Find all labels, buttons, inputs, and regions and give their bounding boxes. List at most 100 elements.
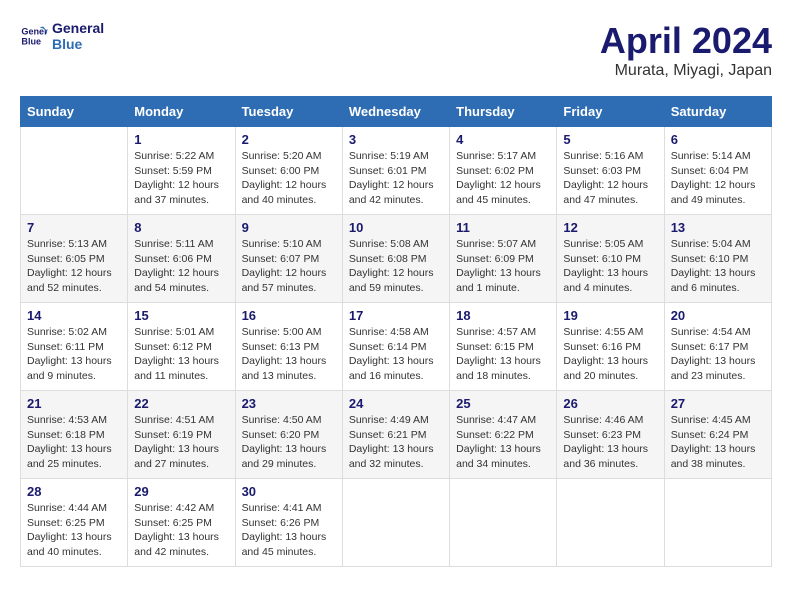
- calendar-cell: 25 Sunrise: 4:47 AM Sunset: 6:22 PM Dayli…: [450, 391, 557, 479]
- day-info: Sunrise: 4:57 AM Sunset: 6:15 PM Dayligh…: [456, 325, 550, 384]
- header-day-thursday: Thursday: [450, 97, 557, 127]
- day-info: Sunrise: 4:41 AM Sunset: 6:26 PM Dayligh…: [242, 501, 336, 560]
- day-info: Sunrise: 4:42 AM Sunset: 6:25 PM Dayligh…: [134, 501, 228, 560]
- header-day-wednesday: Wednesday: [342, 97, 449, 127]
- day-info: Sunrise: 5:20 AM Sunset: 6:00 PM Dayligh…: [242, 149, 336, 208]
- header-day-monday: Monday: [128, 97, 235, 127]
- calendar-cell: 27 Sunrise: 4:45 AM Sunset: 6:24 PM Dayli…: [664, 391, 771, 479]
- day-info: Sunrise: 4:49 AM Sunset: 6:21 PM Dayligh…: [349, 413, 443, 472]
- calendar-cell: 8 Sunrise: 5:11 AM Sunset: 6:06 PM Daylig…: [128, 215, 235, 303]
- calendar-cell: 18 Sunrise: 4:57 AM Sunset: 6:15 PM Dayli…: [450, 303, 557, 391]
- day-number: 27: [671, 396, 765, 411]
- day-info: Sunrise: 5:02 AM Sunset: 6:11 PM Dayligh…: [27, 325, 121, 384]
- day-info: Sunrise: 5:00 AM Sunset: 6:13 PM Dayligh…: [242, 325, 336, 384]
- svg-text:Blue: Blue: [21, 36, 41, 46]
- day-info: Sunrise: 4:58 AM Sunset: 6:14 PM Dayligh…: [349, 325, 443, 384]
- header-row: SundayMondayTuesdayWednesdayThursdayFrid…: [21, 97, 772, 127]
- day-info: Sunrise: 4:54 AM Sunset: 6:17 PM Dayligh…: [671, 325, 765, 384]
- month-title: April 2024: [600, 20, 772, 62]
- day-number: 23: [242, 396, 336, 411]
- day-number: 7: [27, 220, 121, 235]
- day-info: Sunrise: 4:46 AM Sunset: 6:23 PM Dayligh…: [563, 413, 657, 472]
- day-info: Sunrise: 5:11 AM Sunset: 6:06 PM Dayligh…: [134, 237, 228, 296]
- day-info: Sunrise: 5:17 AM Sunset: 6:02 PM Dayligh…: [456, 149, 550, 208]
- day-info: Sunrise: 4:47 AM Sunset: 6:22 PM Dayligh…: [456, 413, 550, 472]
- day-info: Sunrise: 5:13 AM Sunset: 6:05 PM Dayligh…: [27, 237, 121, 296]
- calendar-cell: 24 Sunrise: 4:49 AM Sunset: 6:21 PM Dayli…: [342, 391, 449, 479]
- day-number: 3: [349, 132, 443, 147]
- calendar-cell: 11Sunrise: 5:07 AM Sunset: 6:09 PM Dayli…: [450, 215, 557, 303]
- week-row-2: 7 Sunrise: 5:13 AM Sunset: 6:05 PM Daylig…: [21, 215, 772, 303]
- title-section: April 2024 Murata, Miyagi, Japan: [600, 20, 772, 80]
- logo-icon: General Blue: [20, 22, 48, 50]
- calendar-cell: 30 Sunrise: 4:41 AM Sunset: 6:26 PM Dayli…: [235, 479, 342, 567]
- calendar-cell: 10 Sunrise: 5:08 AM Sunset: 6:08 PM Dayli…: [342, 215, 449, 303]
- calendar-cell: [450, 479, 557, 567]
- day-number: 24: [349, 396, 443, 411]
- day-number: 5: [563, 132, 657, 147]
- page-container: General Blue General Blue April 2024 Mur…: [20, 20, 772, 567]
- day-info: Sunrise: 5:01 AM Sunset: 6:12 PM Dayligh…: [134, 325, 228, 384]
- calendar-cell: 13Sunrise: 5:04 AM Sunset: 6:10 PM Dayli…: [664, 215, 771, 303]
- day-number: 11: [456, 220, 550, 235]
- day-info: Sunrise: 5:22 AM Sunset: 5:59 PM Dayligh…: [134, 149, 228, 208]
- day-info: Sunrise: 4:51 AM Sunset: 6:19 PM Dayligh…: [134, 413, 228, 472]
- calendar-cell: 19Sunrise: 4:55 AM Sunset: 6:16 PM Dayli…: [557, 303, 664, 391]
- day-number: 28: [27, 484, 121, 499]
- calendar-cell: 28 Sunrise: 4:44 AM Sunset: 6:25 PM Dayli…: [21, 479, 128, 567]
- day-number: 8: [134, 220, 228, 235]
- week-row-5: 28 Sunrise: 4:44 AM Sunset: 6:25 PM Dayli…: [21, 479, 772, 567]
- day-number: 25: [456, 396, 550, 411]
- day-info: Sunrise: 5:04 AM Sunset: 6:10 PM Dayligh…: [671, 237, 765, 296]
- day-number: 21: [27, 396, 121, 411]
- day-number: 1: [134, 132, 228, 147]
- day-number: 18: [456, 308, 550, 323]
- day-info: Sunrise: 5:14 AM Sunset: 6:04 PM Dayligh…: [671, 149, 765, 208]
- day-info: Sunrise: 4:44 AM Sunset: 6:25 PM Dayligh…: [27, 501, 121, 560]
- day-number: 20: [671, 308, 765, 323]
- header-day-tuesday: Tuesday: [235, 97, 342, 127]
- day-info: Sunrise: 5:05 AM Sunset: 6:10 PM Dayligh…: [563, 237, 657, 296]
- day-number: 30: [242, 484, 336, 499]
- calendar-cell: 9Sunrise: 5:10 AM Sunset: 6:07 PM Daylig…: [235, 215, 342, 303]
- day-number: 26: [563, 396, 657, 411]
- header-day-friday: Friday: [557, 97, 664, 127]
- calendar-cell: [557, 479, 664, 567]
- calendar-cell: [664, 479, 771, 567]
- header-day-saturday: Saturday: [664, 97, 771, 127]
- calendar-cell: 20 Sunrise: 4:54 AM Sunset: 6:17 PM Dayli…: [664, 303, 771, 391]
- calendar-cell: 26 Sunrise: 4:46 AM Sunset: 6:23 PM Dayli…: [557, 391, 664, 479]
- calendar-cell: 29Sunrise: 4:42 AM Sunset: 6:25 PM Dayli…: [128, 479, 235, 567]
- week-row-1: 1 Sunrise: 5:22 AM Sunset: 5:59 PM Daylig…: [21, 127, 772, 215]
- day-number: 10: [349, 220, 443, 235]
- day-number: 15: [134, 308, 228, 323]
- calendar-cell: 2 Sunrise: 5:20 AM Sunset: 6:00 PM Daylig…: [235, 127, 342, 215]
- header: General Blue General Blue April 2024 Mur…: [20, 20, 772, 80]
- week-row-4: 21Sunrise: 4:53 AM Sunset: 6:18 PM Dayli…: [21, 391, 772, 479]
- calendar-cell: 7 Sunrise: 5:13 AM Sunset: 6:05 PM Daylig…: [21, 215, 128, 303]
- day-info: Sunrise: 4:45 AM Sunset: 6:24 PM Dayligh…: [671, 413, 765, 472]
- day-number: 12: [563, 220, 657, 235]
- day-number: 14: [27, 308, 121, 323]
- day-info: Sunrise: 5:16 AM Sunset: 6:03 PM Dayligh…: [563, 149, 657, 208]
- calendar-cell: 17 Sunrise: 4:58 AM Sunset: 6:14 PM Dayli…: [342, 303, 449, 391]
- location-title: Murata, Miyagi, Japan: [600, 62, 772, 80]
- logo: General Blue General Blue: [20, 20, 104, 52]
- day-number: 2: [242, 132, 336, 147]
- week-row-3: 14 Sunrise: 5:02 AM Sunset: 6:11 PM Dayli…: [21, 303, 772, 391]
- calendar-cell: 5 Sunrise: 5:16 AM Sunset: 6:03 PM Daylig…: [557, 127, 664, 215]
- day-info: Sunrise: 5:08 AM Sunset: 6:08 PM Dayligh…: [349, 237, 443, 296]
- day-number: 22: [134, 396, 228, 411]
- day-info: Sunrise: 4:55 AM Sunset: 6:16 PM Dayligh…: [563, 325, 657, 384]
- day-info: Sunrise: 5:19 AM Sunset: 6:01 PM Dayligh…: [349, 149, 443, 208]
- calendar-cell: 3 Sunrise: 5:19 AM Sunset: 6:01 PM Daylig…: [342, 127, 449, 215]
- calendar-cell: 4 Sunrise: 5:17 AM Sunset: 6:02 PM Daylig…: [450, 127, 557, 215]
- calendar-cell: 16Sunrise: 5:00 AM Sunset: 6:13 PM Dayli…: [235, 303, 342, 391]
- calendar-cell: 14 Sunrise: 5:02 AM Sunset: 6:11 PM Dayli…: [21, 303, 128, 391]
- calendar-cell: 15 Sunrise: 5:01 AM Sunset: 6:12 PM Dayli…: [128, 303, 235, 391]
- day-number: 4: [456, 132, 550, 147]
- calendar-cell: [342, 479, 449, 567]
- calendar-cell: 1 Sunrise: 5:22 AM Sunset: 5:59 PM Daylig…: [128, 127, 235, 215]
- day-number: 17: [349, 308, 443, 323]
- day-number: 6: [671, 132, 765, 147]
